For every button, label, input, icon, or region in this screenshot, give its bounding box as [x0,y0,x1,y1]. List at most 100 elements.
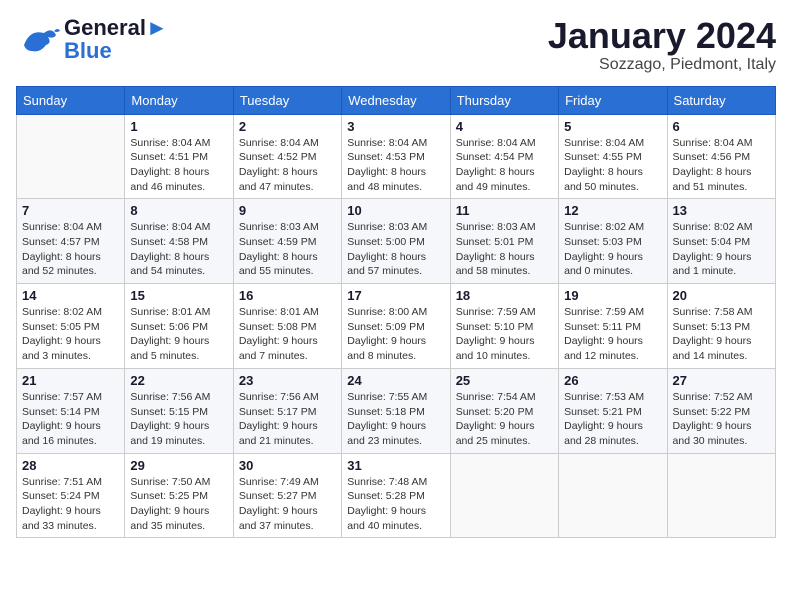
day-number: 24 [347,373,444,388]
day-info: Sunrise: 7:57 AM Sunset: 5:14 PM Dayligh… [22,390,119,449]
calendar-day-4: 4 Sunrise: 8:04 AM Sunset: 4:54 PM Daylig… [450,114,558,199]
calendar-day-7: 7 Sunrise: 8:04 AM Sunset: 4:57 PM Daylig… [17,199,125,284]
calendar-week-4: 21 Sunrise: 7:57 AM Sunset: 5:14 PM Dayli… [17,368,776,453]
calendar-header-row: SundayMondayTuesdayWednesdayThursdayFrid… [17,86,776,114]
day-number: 1 [130,119,227,134]
day-number: 10 [347,203,444,218]
calendar-day-2: 2Sunrise: 8:04 AM Sunset: 4:52 PM Daylig… [233,114,341,199]
calendar-day-30: 30Sunrise: 7:49 AM Sunset: 5:27 PM Dayli… [233,453,341,538]
calendar-day-15: 15Sunrise: 8:01 AM Sunset: 5:06 PM Dayli… [125,284,233,369]
day-info: Sunrise: 7:58 AM Sunset: 5:13 PM Dayligh… [673,305,770,364]
day-number: 20 [673,288,770,303]
day-number: 28 [22,458,119,473]
day-number: 18 [456,288,553,303]
calendar-day-27: 27Sunrise: 7:52 AM Sunset: 5:22 PM Dayli… [667,368,775,453]
day-number: 23 [239,373,336,388]
calendar-week-3: 14 Sunrise: 8:02 AM Sunset: 5:05 PM Dayli… [17,284,776,369]
day-header-monday: Monday [125,86,233,114]
day-info: Sunrise: 8:04 AM Sunset: 4:53 PM Dayligh… [347,136,444,195]
day-info: Sunrise: 8:02 AM Sunset: 5:05 PM Dayligh… [22,305,119,364]
day-number: 17 [347,288,444,303]
calendar-day-22: 22Sunrise: 7:56 AM Sunset: 5:15 PM Dayli… [125,368,233,453]
day-info: Sunrise: 8:04 AM Sunset: 4:52 PM Dayligh… [239,136,336,195]
calendar-day-5: 5Sunrise: 8:04 AM Sunset: 4:55 PM Daylig… [559,114,667,199]
title-block: January 2024 Sozzago, Piedmont, Italy [548,16,776,74]
logo-subtext: Blue [64,40,168,62]
day-number: 14 [22,288,119,303]
day-number: 16 [239,288,336,303]
day-number: 31 [347,458,444,473]
day-info: Sunrise: 7:56 AM Sunset: 5:17 PM Dayligh… [239,390,336,449]
location: Sozzago, Piedmont, Italy [548,56,776,74]
calendar-day-29: 29 Sunrise: 7:50 AM Sunset: 5:25 PM Dayli… [125,453,233,538]
day-info: Sunrise: 7:55 AM Sunset: 5:18 PM Dayligh… [347,390,444,449]
day-number: 26 [564,373,661,388]
day-number: 12 [564,203,661,218]
day-number: 25 [456,373,553,388]
day-info: Sunrise: 7:54 AM Sunset: 5:20 PM Dayligh… [456,390,553,449]
day-info: Sunrise: 8:03 AM Sunset: 4:59 PM Dayligh… [239,220,336,279]
calendar-week-5: 28 Sunrise: 7:51 AM Sunset: 5:24 PM Dayli… [17,453,776,538]
day-number: 29 [130,458,227,473]
calendar-day-23: 23 Sunrise: 7:56 AM Sunset: 5:17 PM Dayli… [233,368,341,453]
calendar-day-17: 17 Sunrise: 8:00 AM Sunset: 5:09 PM Dayli… [342,284,450,369]
day-header-saturday: Saturday [667,86,775,114]
day-number: 21 [22,373,119,388]
calendar-day-empty [450,453,558,538]
calendar-day-31: 31 Sunrise: 7:48 AM Sunset: 5:28 PM Dayli… [342,453,450,538]
day-info: Sunrise: 8:04 AM Sunset: 4:54 PM Dayligh… [456,136,553,195]
day-info: Sunrise: 8:00 AM Sunset: 5:09 PM Dayligh… [347,305,444,364]
day-info: Sunrise: 8:03 AM Sunset: 5:01 PM Dayligh… [456,220,553,279]
day-number: 19 [564,288,661,303]
day-header-thursday: Thursday [450,86,558,114]
day-number: 22 [130,373,227,388]
day-info: Sunrise: 8:04 AM Sunset: 4:56 PM Dayligh… [673,136,770,195]
calendar-table: SundayMondayTuesdayWednesdayThursdayFrid… [16,86,776,539]
month-title: January 2024 [548,16,776,56]
calendar-day-24: 24 Sunrise: 7:55 AM Sunset: 5:18 PM Dayli… [342,368,450,453]
day-info: Sunrise: 8:04 AM Sunset: 4:57 PM Dayligh… [22,220,119,279]
calendar-day-empty [667,453,775,538]
calendar-day-21: 21 Sunrise: 7:57 AM Sunset: 5:14 PM Dayli… [17,368,125,453]
day-info: Sunrise: 7:52 AM Sunset: 5:22 PM Dayligh… [673,390,770,449]
day-number: 30 [239,458,336,473]
day-info: Sunrise: 8:03 AM Sunset: 5:00 PM Dayligh… [347,220,444,279]
day-info: Sunrise: 7:51 AM Sunset: 5:24 PM Dayligh… [22,475,119,534]
day-number: 6 [673,119,770,134]
calendar-day-19: 19 Sunrise: 7:59 AM Sunset: 5:11 PM Dayli… [559,284,667,369]
day-number: 4 [456,119,553,134]
calendar-day-18: 18 Sunrise: 7:59 AM Sunset: 5:10 PM Dayli… [450,284,558,369]
day-info: Sunrise: 7:59 AM Sunset: 5:10 PM Dayligh… [456,305,553,364]
logo-text: General► [64,16,168,40]
day-header-sunday: Sunday [17,86,125,114]
day-number: 7 [22,203,119,218]
calendar-week-1: 1 Sunrise: 8:04 AM Sunset: 4:51 PM Daylig… [17,114,776,199]
logo-icon [16,17,60,61]
day-number: 11 [456,203,553,218]
calendar-day-12: 12Sunrise: 8:02 AM Sunset: 5:03 PM Dayli… [559,199,667,284]
day-number: 13 [673,203,770,218]
calendar-day-11: 11 Sunrise: 8:03 AM Sunset: 5:01 PM Dayli… [450,199,558,284]
day-info: Sunrise: 8:04 AM Sunset: 4:55 PM Dayligh… [564,136,661,195]
day-header-friday: Friday [559,86,667,114]
calendar-day-9: 9Sunrise: 8:03 AM Sunset: 4:59 PM Daylig… [233,199,341,284]
day-header-tuesday: Tuesday [233,86,341,114]
calendar-day-empty [559,453,667,538]
calendar-day-8: 8Sunrise: 8:04 AM Sunset: 4:58 PM Daylig… [125,199,233,284]
calendar-week-2: 7 Sunrise: 8:04 AM Sunset: 4:57 PM Daylig… [17,199,776,284]
day-info: Sunrise: 8:04 AM Sunset: 4:58 PM Dayligh… [130,220,227,279]
calendar-day-20: 20 Sunrise: 7:58 AM Sunset: 5:13 PM Dayli… [667,284,775,369]
calendar-day-28: 28 Sunrise: 7:51 AM Sunset: 5:24 PM Dayli… [17,453,125,538]
day-info: Sunrise: 8:04 AM Sunset: 4:51 PM Dayligh… [130,136,227,195]
page-header: General► Blue January 2024 Sozzago, Pied… [16,16,776,74]
day-number: 15 [130,288,227,303]
calendar-day-6: 6 Sunrise: 8:04 AM Sunset: 4:56 PM Daylig… [667,114,775,199]
calendar-day-16: 16Sunrise: 8:01 AM Sunset: 5:08 PM Dayli… [233,284,341,369]
day-info: Sunrise: 8:02 AM Sunset: 5:04 PM Dayligh… [673,220,770,279]
day-info: Sunrise: 7:50 AM Sunset: 5:25 PM Dayligh… [130,475,227,534]
day-info: Sunrise: 7:48 AM Sunset: 5:28 PM Dayligh… [347,475,444,534]
calendar-day-empty [17,114,125,199]
day-header-wednesday: Wednesday [342,86,450,114]
day-info: Sunrise: 7:59 AM Sunset: 5:11 PM Dayligh… [564,305,661,364]
calendar-day-10: 10 Sunrise: 8:03 AM Sunset: 5:00 PM Dayli… [342,199,450,284]
